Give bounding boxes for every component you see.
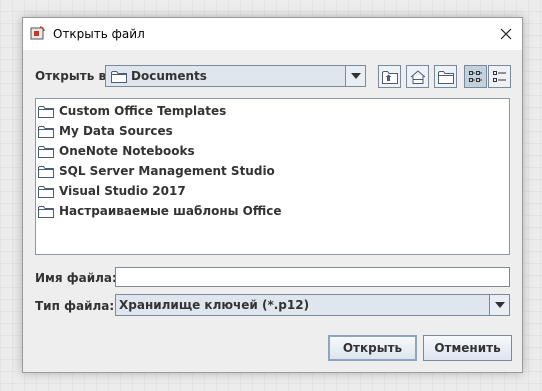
window-title: Открыть файл (53, 27, 145, 41)
lookin-combobox[interactable]: Documents (105, 65, 366, 87)
folder-icon (38, 185, 54, 198)
list-view-button[interactable] (464, 65, 487, 88)
file-list[interactable]: Custom Office Templates My Data Sources … (35, 98, 510, 255)
folder-icon (111, 71, 127, 83)
file-name: OneNote Notebooks (59, 144, 195, 158)
list-view-icon (468, 70, 482, 82)
home-button[interactable] (406, 65, 429, 88)
file-name: My Data Sources (59, 124, 173, 138)
filetype-dropdown-arrow[interactable] (489, 295, 509, 315)
new-folder-icon (437, 70, 454, 84)
up-folder-button[interactable] (378, 65, 401, 88)
new-folder-button[interactable] (434, 65, 457, 88)
list-item[interactable]: Настраиваемые шаблоны Office (38, 201, 282, 221)
lookin-value: Documents (131, 69, 207, 83)
file-name: Настраиваемые шаблоны Office (59, 204, 282, 218)
filetype-label: Тип файла: (35, 299, 115, 313)
folder-icon (38, 145, 54, 158)
chevron-down-icon (494, 302, 505, 308)
home-icon (410, 69, 425, 84)
filename-input[interactable] (115, 267, 510, 287)
list-item[interactable]: OneNote Notebooks (38, 141, 195, 161)
file-name: SQL Server Management Studio (59, 164, 275, 178)
close-button[interactable] (490, 18, 522, 50)
file-name: Custom Office Templates (59, 104, 227, 118)
details-view-icon (492, 70, 506, 82)
list-item[interactable]: SQL Server Management Studio (38, 161, 275, 181)
lookin-label: Открыть в: (35, 69, 111, 83)
filename-label: Имя файла: (35, 271, 117, 285)
file-name: Visual Studio 2017 (59, 184, 186, 198)
chevron-down-icon (350, 73, 361, 79)
java-app-icon (30, 26, 45, 40)
filetype-combobox[interactable]: Хранилище ключей (*.p12) (115, 294, 510, 316)
folder-icon (38, 125, 54, 138)
details-view-button[interactable] (488, 65, 511, 88)
list-item[interactable]: Custom Office Templates (38, 101, 226, 121)
open-file-dialog: Открыть файл Открыть в: Documents Custom… (22, 17, 523, 373)
open-button[interactable]: Открыть (328, 335, 417, 361)
folder-icon (38, 165, 54, 178)
filetype-value: Хранилище ключей (*.p12) (119, 298, 310, 312)
cancel-button[interactable]: Отменить (423, 335, 512, 361)
title-bar: Открыть файл (23, 18, 522, 50)
close-icon (500, 28, 512, 40)
up-folder-icon (381, 70, 398, 84)
list-item[interactable]: Visual Studio 2017 (38, 181, 186, 201)
list-item[interactable]: My Data Sources (38, 121, 173, 141)
lookin-dropdown-arrow[interactable] (345, 66, 365, 86)
folder-icon (38, 105, 54, 118)
folder-icon (38, 205, 54, 218)
